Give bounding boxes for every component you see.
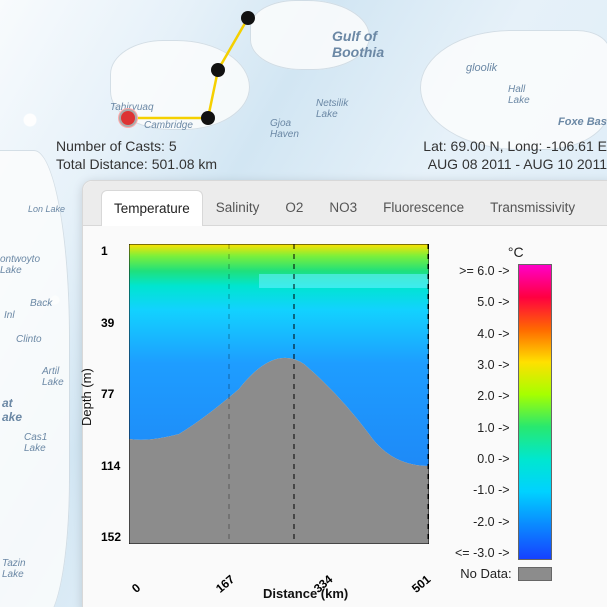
tab-temperature[interactable]: Temperature: [101, 190, 203, 226]
map-label: ontwoyto Lake: [0, 254, 40, 276]
cast-point[interactable]: [241, 11, 255, 25]
tab-fluorescence[interactable]: Fluorescence: [370, 189, 477, 225]
variable-tabs: Temperature Salinity O2 NO3 Fluorescence…: [83, 181, 607, 226]
colorbar-ticks: >= 6.0 -> 5.0 -> 4.0 -> 3.0 -> 2.0 -> 1.…: [455, 264, 510, 560]
nodata-swatch: [518, 567, 552, 581]
plot-area: 1 39 77 114 152 0 167 334 501: [129, 244, 429, 581]
section-chart: [129, 244, 429, 544]
map-label: Cas1 Lake: [24, 432, 47, 454]
date-range: AUG 08 2011 - AUG 10 2011: [423, 156, 607, 172]
app-root: Gulf of Boothia gloolik Hall Lake Foxe B…: [0, 0, 607, 607]
latlong: Lat: 69.00 N, Long: -106.61 E: [423, 138, 607, 154]
map-label: Tazin Lake: [2, 558, 26, 580]
cast-point[interactable]: [211, 63, 225, 77]
casts-count: Number of Casts: 5: [56, 138, 217, 154]
y-ticks: 1 39 77 114 152: [101, 244, 121, 544]
y-axis-label: Depth (m): [79, 368, 94, 426]
tab-o2[interactable]: O2: [272, 189, 316, 225]
colorbar: °C >= 6.0 -> 5.0 -> 4.0 -> 3.0 -> 2.0 ->…: [455, 244, 552, 581]
x-ticks: 0 167 334 501: [129, 585, 429, 599]
map-label: Clinto: [16, 334, 42, 345]
map-label: Artil Lake: [42, 366, 64, 388]
total-distance: Total Distance: 501.08 km: [56, 156, 217, 172]
colorbar-bar: [518, 264, 552, 560]
cast-point[interactable]: [201, 111, 215, 125]
map-label: Inl: [4, 310, 15, 321]
plot-wrap: Depth (m) Distance (km) 1 39 77 114 152 …: [83, 226, 607, 597]
nodata-legend: No Data:: [460, 566, 551, 581]
map-label: Back: [30, 298, 52, 309]
section-panel: Temperature Salinity O2 NO3 Fluorescence…: [82, 180, 607, 607]
map-label: Lon Lake: [28, 204, 65, 214]
tab-no3[interactable]: NO3: [316, 189, 370, 225]
meta-info: Number of Casts: 5 Total Distance: 501.0…: [56, 138, 607, 180]
colorbar-unit: °C: [508, 244, 552, 260]
tab-salinity[interactable]: Salinity: [203, 189, 273, 225]
cast-point-start[interactable]: [121, 111, 135, 125]
tab-transmissivity[interactable]: Transmissivity: [477, 189, 588, 225]
map-label: at ake: [2, 396, 22, 424]
